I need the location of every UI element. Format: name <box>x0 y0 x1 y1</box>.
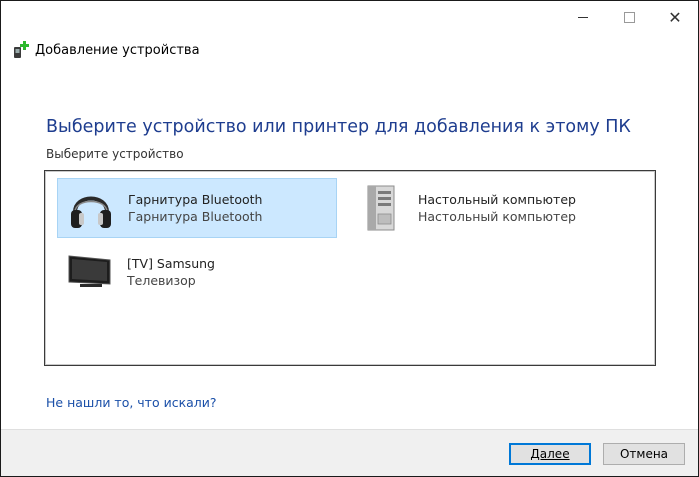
next-button[interactable]: Далее <box>509 443 591 465</box>
device-list-label: Выберите устройство <box>46 147 184 161</box>
device-name: [TV] Samsung <box>127 256 215 271</box>
maximize-button[interactable] <box>606 1 652 33</box>
tv-icon <box>65 247 115 297</box>
add-device-window: ✕ Добавление устройства Выберите устройс… <box>0 0 699 477</box>
device-type: Гарнитура Bluetooth <box>128 209 263 224</box>
device-name: Гарнитура Bluetooth <box>128 192 263 207</box>
title-bar: Добавление устройства <box>13 41 200 59</box>
add-device-icon <box>14 41 29 58</box>
minimize-button[interactable] <box>560 1 606 33</box>
device-tile-headset[interactable]: Гарнитура Bluetooth Гарнитура Bluetooth <box>57 178 337 238</box>
minimize-icon <box>578 16 588 18</box>
device-type: Настольный компьютер <box>418 209 576 224</box>
headphones-icon <box>66 183 116 233</box>
maximize-icon <box>623 11 635 23</box>
dialog-footer: Далее Отмена <box>1 429 698 476</box>
device-name: Настольный компьютер <box>418 192 576 207</box>
cancel-button[interactable]: Отмена <box>603 443 685 465</box>
device-type: Телевизор <box>127 273 196 288</box>
cancel-button-label: Отмена <box>619 447 669 461</box>
close-icon: ✕ <box>668 7 682 27</box>
window-title: Добавление устройства <box>35 42 200 58</box>
not-found-link[interactable]: Не нашли то, что искали? <box>46 395 217 410</box>
desktop-tower-icon <box>356 183 406 233</box>
caption-buttons: ✕ <box>560 1 698 33</box>
device-tile-tv[interactable]: [TV] Samsung Телевизор <box>57 242 337 302</box>
device-list[interactable]: Гарнитура Bluetooth Гарнитура Bluetooth … <box>44 170 656 366</box>
next-button-label: Далее <box>530 447 570 461</box>
page-heading: Выберите устройство или принтер для доба… <box>46 117 631 137</box>
close-button[interactable]: ✕ <box>652 1 698 33</box>
device-tile-desktop[interactable]: Настольный компьютер Настольный компьюте… <box>348 178 628 238</box>
